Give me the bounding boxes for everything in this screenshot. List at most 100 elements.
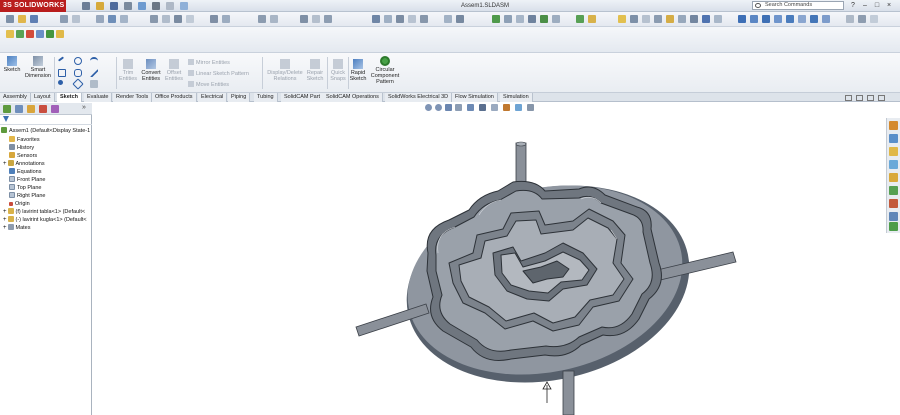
toolbar-icon[interactable] — [456, 15, 464, 23]
toolbar-icon[interactable] — [222, 15, 230, 23]
toolbar-icon[interactable] — [46, 30, 54, 38]
filter-icon[interactable] — [3, 116, 9, 122]
toolbar-icon[interactable] — [492, 15, 500, 23]
solidworks-logo[interactable]: 3S SOLIDWORKS — [0, 0, 66, 12]
viewport-close-icon[interactable] — [878, 95, 885, 101]
toolbar-icon[interactable] — [654, 15, 662, 23]
toolbar-icon[interactable] — [666, 15, 674, 23]
toolbar-icon[interactable] — [810, 15, 818, 23]
tab-solidworks-electrical-3d[interactable]: SolidWorks Electrical 3D — [385, 93, 453, 102]
flow-simulation-icon[interactable] — [889, 222, 898, 231]
toolbar-icon[interactable] — [108, 15, 116, 23]
polygon-icon[interactable] — [72, 78, 84, 90]
tree-item-annotations[interactable]: + Annotations — [3, 160, 45, 168]
toolbar-icon[interactable] — [630, 15, 638, 23]
repair-sketch-button[interactable]: Repair Sketch — [305, 59, 325, 82]
graphics-area[interactable] — [93, 95, 886, 415]
toolbar-icon[interactable] — [576, 15, 584, 23]
dimxpert-tab-icon[interactable] — [39, 105, 47, 113]
toolbar-icon[interactable] — [174, 15, 182, 23]
rapid-sketch-button[interactable]: Rapid Sketch — [349, 59, 367, 82]
viewport-tile-icon[interactable] — [867, 95, 874, 101]
tab-tubing[interactable]: Tubing — [254, 93, 278, 102]
toolbar-icon[interactable] — [738, 15, 746, 23]
point-icon[interactable] — [58, 80, 63, 85]
smart-dimension-button[interactable]: Smart Dimension — [24, 56, 52, 79]
tab-simulation[interactable]: Simulation — [500, 93, 533, 102]
viewport-maximize-icon[interactable] — [856, 95, 863, 101]
tree-item-lavirint-tabla[interactable]: + (f) lavirint tabla<1> (Default< — [3, 208, 85, 216]
save-icon[interactable] — [110, 2, 118, 10]
tree-item-sensors[interactable]: Sensors — [9, 152, 37, 160]
electrical-icon[interactable] — [889, 212, 898, 221]
toolbar-icon[interactable] — [6, 30, 14, 38]
tree-item-right-plane[interactable]: Right Plane — [9, 192, 45, 200]
rectangle-icon[interactable] — [58, 69, 66, 77]
tree-item-front-plane[interactable]: Front Plane — [9, 176, 45, 184]
expand-toggle-icon[interactable]: + — [3, 209, 7, 215]
toolbar-icon[interactable] — [444, 15, 452, 23]
toolbar-icon[interactable] — [642, 15, 650, 23]
toolbar-icon[interactable] — [846, 15, 854, 23]
toolbar-icon[interactable] — [6, 15, 14, 23]
close-button[interactable]: × — [884, 1, 894, 10]
move-entities-button[interactable]: Move Entities — [188, 81, 229, 88]
minimize-button[interactable]: – — [860, 1, 870, 10]
linear-sketch-pattern-button[interactable]: Linear Sketch Pattern — [188, 70, 249, 77]
solidworks-resources-icon[interactable] — [889, 121, 898, 130]
tree-item-equations[interactable]: Equations — [9, 168, 41, 176]
toolbar-icon[interactable] — [774, 15, 782, 23]
toolbar-icon[interactable] — [678, 15, 686, 23]
tab-render-tools[interactable]: Render Tools — [113, 93, 153, 102]
display-manager-tab-icon[interactable] — [51, 105, 59, 113]
tree-item-lavirint-kugla[interactable]: + (-) lavirint kugla<1> (Default< — [3, 216, 87, 224]
tab-solidcam-operations[interactable]: SolidCAM Operations — [323, 93, 383, 102]
tree-item-mates[interactable]: + Mates — [3, 224, 31, 232]
toolbar-icon[interactable] — [72, 15, 80, 23]
toolbar-icon[interactable] — [690, 15, 698, 23]
tree-item-origin[interactable]: Origin — [9, 200, 30, 208]
options-icon[interactable] — [180, 2, 188, 10]
toolbar-icon[interactable] — [312, 15, 320, 23]
toolbar-icon[interactable] — [60, 15, 68, 23]
toolbar-icon[interactable] — [16, 30, 24, 38]
help-button[interactable]: ? — [848, 1, 858, 10]
toolbar-icon[interactable] — [822, 15, 830, 23]
trim-entities-button[interactable]: Trim Entities — [118, 59, 138, 82]
toolbar-icon[interactable] — [504, 15, 512, 23]
line-icon[interactable] — [57, 56, 65, 62]
convert-entities-button[interactable]: Convert Entities — [140, 59, 162, 82]
toolbar-icon[interactable] — [150, 15, 158, 23]
toolbar-icon[interactable] — [324, 15, 332, 23]
tab-office-products[interactable]: Office Products — [152, 93, 197, 102]
toolbar-icon[interactable] — [96, 15, 104, 23]
toolbar-icon[interactable] — [372, 15, 380, 23]
toolbar-icon[interactable] — [750, 15, 758, 23]
viewport-restore-icon[interactable] — [845, 95, 852, 101]
view-palette-icon[interactable] — [889, 160, 898, 169]
toolbar-icon[interactable] — [420, 15, 428, 23]
toolbar-icon[interactable] — [300, 15, 308, 23]
toolbar-icon[interactable] — [210, 15, 218, 23]
quick-snaps-button[interactable]: Quick Snaps — [329, 59, 347, 82]
arc-icon[interactable] — [90, 57, 98, 65]
expand-toggle-icon[interactable]: + — [3, 225, 7, 231]
maximize-button[interactable]: □ — [872, 1, 882, 10]
3d-model-view[interactable] — [93, 103, 886, 415]
property-manager-tab-icon[interactable] — [15, 105, 23, 113]
new-file-icon[interactable] — [82, 2, 90, 10]
expand-toggle-icon[interactable]: + — [3, 161, 7, 167]
toolbar-icon[interactable] — [714, 15, 722, 23]
spline-icon[interactable] — [90, 69, 98, 77]
solidworks-forum-icon[interactable] — [889, 199, 898, 208]
select-icon[interactable] — [152, 2, 160, 10]
toolbar-icon[interactable] — [798, 15, 806, 23]
tab-electrical[interactable]: Electrical — [198, 93, 228, 102]
circle-icon[interactable] — [74, 57, 82, 65]
design-library-icon[interactable] — [889, 134, 898, 143]
offset-entities-button[interactable]: Offset Entities — [164, 59, 184, 82]
toolbar-icon[interactable] — [30, 15, 38, 23]
toolbar-icon[interactable] — [870, 15, 878, 23]
toolbar-icon[interactable] — [56, 30, 64, 38]
rebuild-icon[interactable] — [166, 2, 174, 10]
